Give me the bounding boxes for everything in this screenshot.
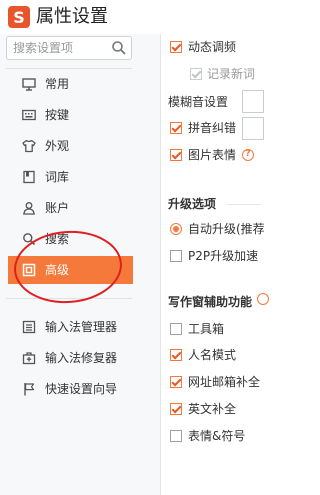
toolbox-checkbox[interactable] (170, 323, 182, 335)
sidebar-item-label: 按键 (45, 108, 70, 122)
sogou-logo-icon: S (8, 6, 30, 28)
sidebar-item-label: 快速设置向导 (45, 382, 118, 396)
fuzzy-settings-button[interactable] (242, 90, 264, 113)
writing-section-title: 写作窗辅助功能 (168, 295, 253, 309)
manager-icon (22, 320, 36, 334)
sidebar-item-account[interactable]: 账户 (8, 194, 133, 222)
sidebar-item-keys[interactable]: 按键 (8, 101, 133, 129)
p2p-upgrade-label: P2P升级加速 (188, 249, 259, 263)
record-new-words-checkbox[interactable] (190, 68, 202, 80)
sidebar-item-label: 外观 (45, 139, 70, 153)
image-emoticon-checkbox[interactable] (170, 149, 182, 161)
dynamic-tune-label: 动态调频 (188, 40, 237, 54)
fuzzy-sound-label: 模糊音设置 (168, 95, 229, 109)
pinyin-correction-checkbox[interactable] (170, 122, 182, 134)
sidebar-item-ime-manager[interactable]: 输入法管理器 (8, 313, 133, 341)
help-icon[interactable]: ? (242, 149, 254, 161)
sidebar-border (160, 34, 161, 495)
sidebar-item-setup-wizard[interactable]: 快速设置向导 (8, 375, 133, 403)
sidebar-item-appearance[interactable]: 外观 (8, 132, 133, 160)
user-icon (23, 202, 35, 215)
sidebar-item-label: 输入法修复器 (45, 351, 118, 365)
sidebar-divider (6, 68, 132, 69)
monitor-icon (22, 78, 36, 91)
sidebar-item-label: 常用 (45, 77, 70, 91)
english-complete-label: 英文补全 (188, 402, 237, 416)
search-icon[interactable] (111, 40, 127, 56)
window-title: 属性设置 (36, 6, 108, 27)
url-email-complete-checkbox[interactable] (170, 376, 182, 388)
sidebar-item-label: 账户 (45, 201, 70, 215)
name-mode-checkbox[interactable] (170, 349, 182, 361)
emoji-symbol-checkbox[interactable] (170, 430, 182, 442)
section-divider (226, 204, 261, 205)
repair-icon (22, 352, 36, 365)
toolbox-label: 工具箱 (188, 322, 225, 336)
search-input[interactable] (13, 40, 109, 56)
search-box[interactable] (6, 36, 132, 60)
flag-icon (24, 383, 35, 396)
record-new-words-label: 记录新词 (207, 67, 256, 81)
pinyin-correction-settings-button[interactable] (242, 117, 264, 140)
sidebar-item-label: 词库 (45, 170, 70, 184)
writing-help-icon[interactable] (257, 293, 269, 305)
auto-upgrade-label: 自动升级(推荐 (188, 222, 265, 236)
url-email-complete-label: 网址邮箱补全 (188, 375, 261, 389)
sidebar-item-common[interactable]: 常用 (8, 70, 133, 98)
title-bar: S 属性设置 (0, 0, 261, 34)
auto-upgrade-radio[interactable] (170, 223, 182, 235)
name-mode-label: 人名模式 (188, 348, 237, 362)
english-complete-checkbox[interactable] (170, 403, 182, 415)
dynamic-tune-checkbox[interactable] (170, 41, 182, 53)
keyboard-icon (22, 109, 36, 121)
emoji-symbol-label: 表情&符号 (188, 429, 246, 443)
sidebar-item-label: 输入法管理器 (45, 320, 118, 334)
sidebar-item-ime-repair[interactable]: 输入法修复器 (8, 344, 133, 372)
svg-text:S: S (13, 8, 25, 27)
tshirt-icon (22, 139, 36, 153)
pinyin-correction-label: 拼音纠错 (188, 121, 237, 135)
upgrade-section-title: 升级选项 (168, 197, 217, 211)
p2p-upgrade-checkbox[interactable] (170, 250, 182, 262)
book-icon (23, 170, 35, 184)
sidebar-item-lexicon[interactable]: 词库 (8, 163, 133, 191)
image-emoticon-label: 图片表情 (188, 148, 237, 162)
